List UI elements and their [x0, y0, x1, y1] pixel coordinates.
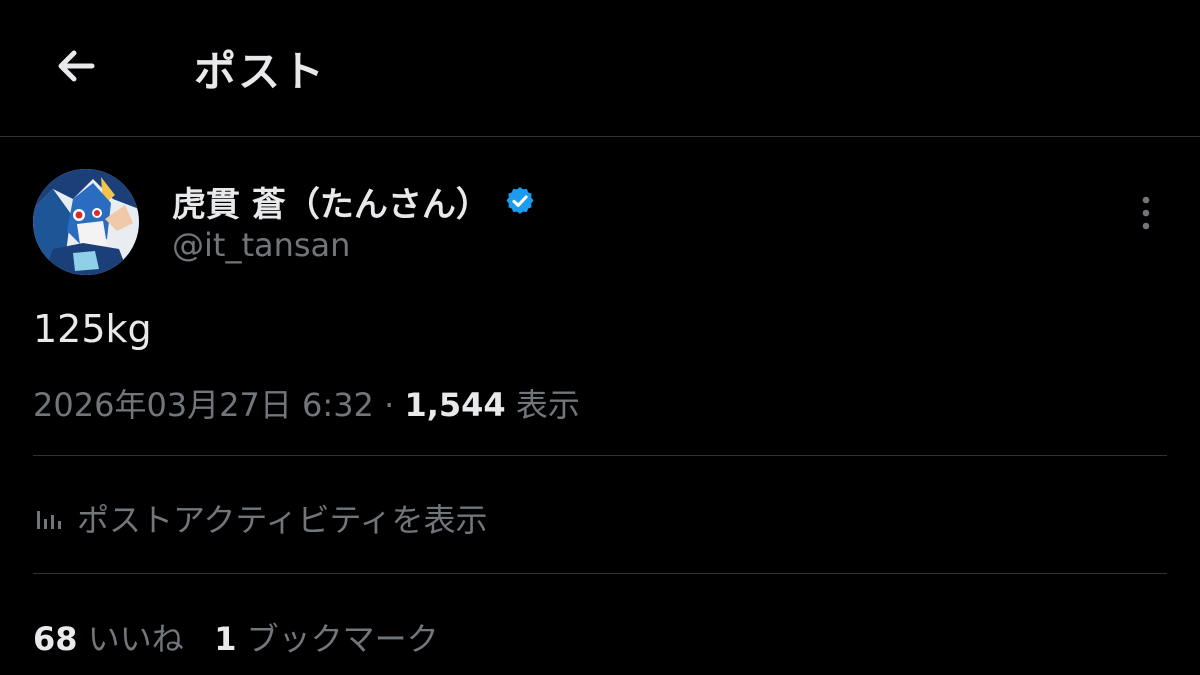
back-button[interactable]: [46, 36, 106, 96]
post-activity-button[interactable]: ポストアクティビティを表示: [33, 496, 488, 540]
more-vertical-icon: [1142, 196, 1150, 230]
avatar[interactable]: [33, 169, 139, 275]
arrow-left-icon: [58, 50, 95, 82]
top-bar: ポスト: [0, 0, 1200, 137]
views-label: 表示: [515, 386, 580, 424]
bookmarks-count: 1: [214, 620, 237, 658]
bookmarks-stat[interactable]: 1 ブックマーク: [214, 620, 438, 658]
views-count: 1,544: [404, 386, 506, 424]
meta-separator: ·: [384, 386, 395, 424]
divider: [33, 455, 1167, 456]
divider: [33, 573, 1167, 574]
likes-stat[interactable]: 68 いいね: [33, 620, 184, 658]
post-activity-label: ポストアクティビティを表示: [77, 501, 488, 539]
bookmarks-label: ブックマーク: [246, 620, 439, 658]
author-name-row[interactable]: 虎貫 蒼（たんさん）: [172, 176, 536, 226]
bar-chart-icon: [37, 511, 61, 529]
post-meta: 2026年03月27日 6:32 · 1,544 表示: [33, 380, 580, 426]
author-handle[interactable]: @it_tansan: [172, 226, 350, 264]
post-text: 125kg: [33, 307, 152, 351]
display-name[interactable]: 虎貫 蒼（たんさん）: [172, 177, 490, 226]
engagement-stats: 68 いいね 1 ブックマーク: [33, 614, 439, 660]
more-options-button[interactable]: [1124, 190, 1168, 236]
page-title: ポスト: [194, 47, 327, 96]
likes-label: いいね: [87, 620, 184, 658]
verified-badge-icon: [506, 187, 534, 214]
avatar-image: [33, 169, 139, 275]
likes-count: 68: [33, 620, 78, 658]
post-timestamp[interactable]: 2026年03月27日 6:32: [33, 386, 374, 424]
